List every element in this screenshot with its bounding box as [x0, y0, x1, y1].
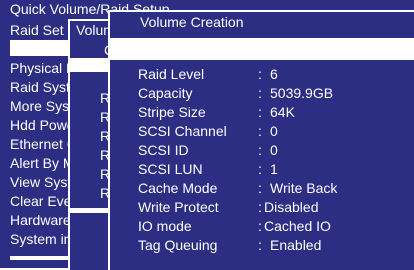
field-separator: : [258, 161, 262, 177]
field-label: SCSI Channel [138, 123, 227, 139]
field-value: 0 [270, 123, 278, 139]
field-separator: : [258, 123, 262, 139]
field-scsi-lun[interactable]: SCSI LUN : 1 [110, 161, 414, 179]
field-value: Enabled [270, 237, 322, 253]
field-separator: : [258, 218, 262, 234]
field-capacity[interactable]: Capacity : 5039.9GB [110, 85, 414, 103]
field-cache-mode[interactable]: Cache Mode : Write Back [110, 180, 414, 198]
field-write-protect[interactable]: Write Protect : Disabled [110, 199, 414, 217]
field-value: 6 [270, 66, 278, 82]
field-label: Tag Queuing [138, 237, 218, 253]
volume-creation-highlight-bar [110, 38, 414, 60]
field-label: Capacity [138, 85, 193, 101]
field-value: Disabled [264, 199, 319, 215]
field-value: Write Back [270, 180, 338, 196]
field-separator: : [258, 237, 262, 253]
field-label: Write Protect [138, 199, 219, 215]
field-scsi-channel[interactable]: SCSI Channel : 0 [110, 123, 414, 141]
field-separator: : [258, 104, 262, 120]
field-label: Raid Level [138, 66, 205, 82]
field-label: Stripe Size [138, 104, 206, 120]
field-value: 5039.9GB [270, 85, 334, 101]
field-separator: : [258, 199, 262, 215]
field-separator: : [258, 142, 262, 158]
field-label: Cache Mode [138, 180, 218, 196]
volume-set-bottom-bar [70, 208, 110, 213]
volume-creation-title: Volume Creation [140, 14, 244, 30]
field-tag-queuing[interactable]: Tag Queuing : Enabled [110, 237, 414, 255]
volume-creation-dialog: Volume Creation Raid Level : 6 Capacity … [108, 10, 414, 270]
field-separator: : [258, 66, 262, 82]
field-value: 1 [270, 161, 278, 177]
field-value: 0 [270, 142, 278, 158]
field-raid-level[interactable]: Raid Level : 6 [110, 66, 414, 84]
field-separator: : [258, 85, 262, 101]
field-value: Cached IO [264, 218, 331, 234]
field-label: SCSI LUN [138, 161, 203, 177]
field-stripe-size[interactable]: Stripe Size : 64K [110, 104, 414, 122]
field-label: IO mode [138, 218, 192, 234]
field-value: 64K [270, 104, 295, 120]
field-scsi-id[interactable]: SCSI ID : 0 [110, 142, 414, 160]
field-separator: : [258, 180, 262, 196]
field-io-mode[interactable]: IO mode : Cached IO [110, 218, 414, 236]
field-label: SCSI ID [138, 142, 189, 158]
